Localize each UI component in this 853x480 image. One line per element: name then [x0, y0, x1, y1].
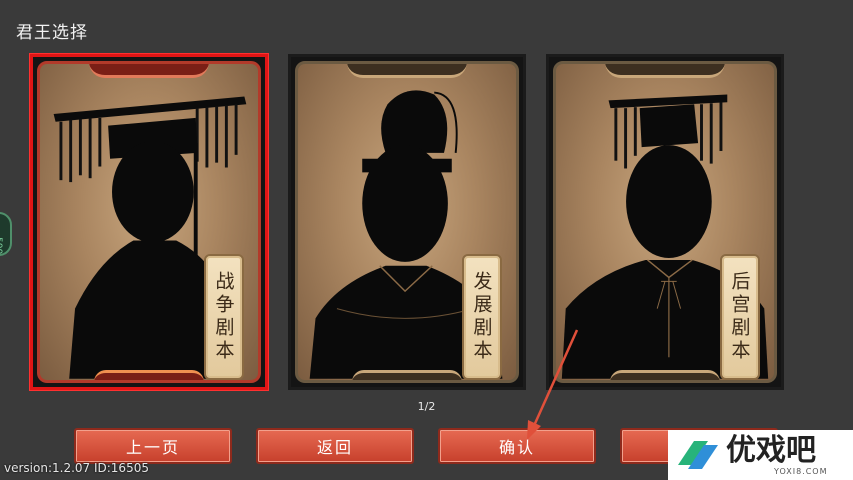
frame-ornament-bottom [352, 370, 462, 380]
back-button[interactable]: 返回 [256, 428, 414, 464]
version-label: version:1.2.07 ID:16505 [4, 461, 149, 475]
side-badge-text: 500 [0, 236, 3, 254]
site-watermark: 优戏吧 YOXI8.COM [668, 430, 853, 480]
watermark-name: 优戏吧 [726, 432, 816, 468]
card-label-war: 战争剧本 [204, 254, 244, 380]
card-label-development: 发展剧本 [462, 254, 502, 380]
watermark-url: YOXI8.COM [774, 466, 828, 476]
watermark-logo-icon [678, 441, 718, 469]
card-frame: 后宫剧本 [553, 61, 777, 383]
card-development-script[interactable]: 发展剧本 [288, 54, 526, 390]
card-harem-script[interactable]: 后宫剧本 [546, 54, 784, 390]
confirm-button[interactable]: 确认 [438, 428, 596, 464]
page-title: 君王选择 [16, 23, 88, 43]
frame-ornament-bottom [94, 370, 204, 380]
page-indicator: 1/2 [417, 400, 436, 413]
side-currency-badge[interactable]: 500 [0, 212, 12, 256]
card-frame: 战争剧本 [37, 61, 261, 383]
frame-ornament-bottom [610, 370, 720, 380]
card-label-harem: 后宫剧本 [720, 254, 760, 380]
previous-page-button[interactable]: 上一页 [74, 428, 232, 464]
card-frame: 发展剧本 [295, 61, 519, 383]
card-war-script[interactable]: 战争剧本 [30, 54, 268, 390]
